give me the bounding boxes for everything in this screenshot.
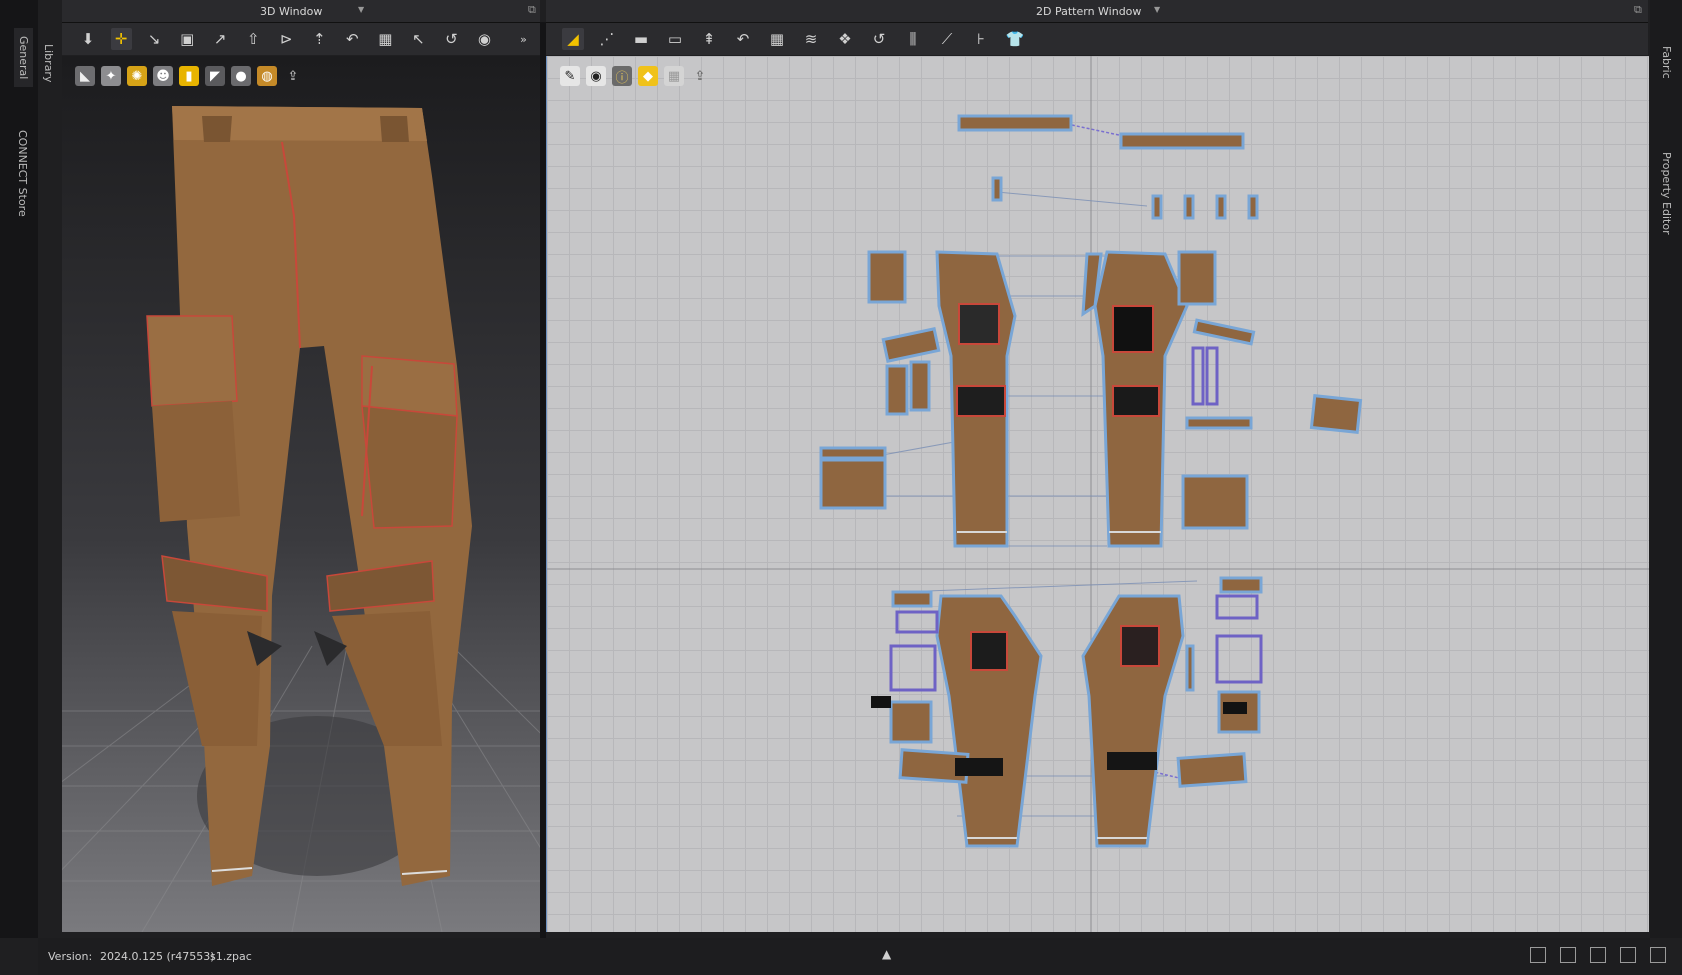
toolbar-3d: ⬇ ✛ ↘ ▣ ↗ ⇧ ⊳ ⇡ ↶ ▦ ↖ ↺ ◉ » (62, 23, 540, 55)
measure-icon[interactable]: ⟋ (936, 28, 958, 50)
layout-single-icon[interactable] (1530, 947, 1546, 963)
internal-point-icon[interactable]: ⋰ (596, 28, 618, 50)
version-value: 2024.0.125 (r47553) (100, 950, 215, 963)
align-icon[interactable]: ⊦ (970, 28, 992, 50)
triangle-up-icon[interactable]: ▲ (882, 947, 891, 961)
maximize-icon[interactable]: ⧉ (528, 3, 536, 17)
segment-icon[interactable]: ↺ (868, 28, 890, 50)
hanger-icon[interactable]: ↺ (441, 28, 462, 50)
right-rail: Fabric Property Editor (1650, 0, 1682, 938)
fold-icon[interactable]: ≋ (800, 28, 822, 50)
tab-library[interactable]: Library (42, 44, 55, 82)
window-3d-header: 3D Window ▼ ⧉ (62, 0, 540, 23)
transform-icon[interactable]: ✛ (110, 28, 132, 50)
tab-connect-store[interactable]: CONNECT Store (16, 130, 29, 217)
circle-icon[interactable]: ▭ (664, 28, 686, 50)
edit-pattern-icon[interactable]: ↘ (144, 28, 165, 50)
garment-icon[interactable]: 👕 (1004, 28, 1026, 50)
rectangle-icon[interactable]: ▬ (630, 28, 652, 50)
layout-quad-icon[interactable] (1620, 947, 1636, 963)
measure-icon[interactable]: ↖ (408, 28, 429, 50)
file-name: s1.zpac (210, 950, 252, 963)
polygon-icon[interactable]: ◢ (562, 28, 584, 50)
record-icon[interactable]: ◉ (474, 28, 495, 50)
maximize-icon[interactable]: ⧉ (1634, 3, 1642, 17)
viewport-2d-pattern[interactable]: ✎ ◉ ⓘ ◆ ▦ ⇪ (546, 56, 1649, 932)
garment-3d-model[interactable] (62, 56, 540, 932)
status-bar: Version: 2024.0.125 (r47553) s1.zpac ▲ (38, 938, 1666, 975)
tack-icon[interactable]: ↶ (342, 28, 363, 50)
seam-icon[interactable]: ❖ (834, 28, 856, 50)
tab-general[interactable]: General (14, 28, 33, 88)
pin-icon[interactable]: ⇡ (309, 28, 330, 50)
left-rail: General Library CONNECT Store (0, 0, 55, 938)
select-move-icon[interactable]: ⬇ (78, 28, 99, 50)
layout-float-icon[interactable] (1650, 947, 1666, 963)
window-3d-title: 3D Window (260, 5, 323, 18)
layout-split-icon[interactable] (1560, 947, 1576, 963)
grid-pattern-icon[interactable]: ▦ (766, 28, 788, 50)
tab-property-editor[interactable]: Property Editor (1660, 152, 1673, 235)
trace-icon[interactable]: ↶ (732, 28, 754, 50)
chevron-down-icon[interactable]: ▼ (1154, 5, 1160, 14)
tab-fabric[interactable]: Fabric (1660, 46, 1673, 79)
grid-icon[interactable]: ▦ (375, 28, 396, 50)
fold-icon[interactable]: ▣ (177, 28, 198, 50)
chevron-down-icon[interactable]: ▼ (358, 5, 364, 14)
pattern-layout[interactable] (547, 56, 1649, 932)
viewport-3d[interactable]: ◣ ✦ ✺ ☻ ▮ ◤ ● ◍ ⇪ (62, 56, 540, 932)
dart-icon[interactable]: ⇞ (698, 28, 720, 50)
avatar-icon[interactable]: ⊳ (276, 28, 297, 50)
arrangement-icon[interactable]: ⇧ (243, 28, 264, 50)
window-2d-title: 2D Pattern Window (1036, 5, 1142, 18)
toolbar-2d: ◢ ⋰ ▬ ▭ ⇞ ↶ ▦ ≋ ❖ ↺ ⫼ ⟋ ⊦ 👕 (546, 23, 1648, 55)
layout-triple-icon[interactable] (1590, 947, 1606, 963)
window-2d-header: 2D Pattern Window ▼ ⧉ (546, 0, 1648, 23)
version-label: Version: (48, 950, 93, 963)
expand-icon[interactable]: » (513, 28, 534, 50)
sewing-icon[interactable]: ↗ (210, 28, 231, 50)
parallel-lines-icon[interactable]: ⫼ (902, 28, 924, 50)
